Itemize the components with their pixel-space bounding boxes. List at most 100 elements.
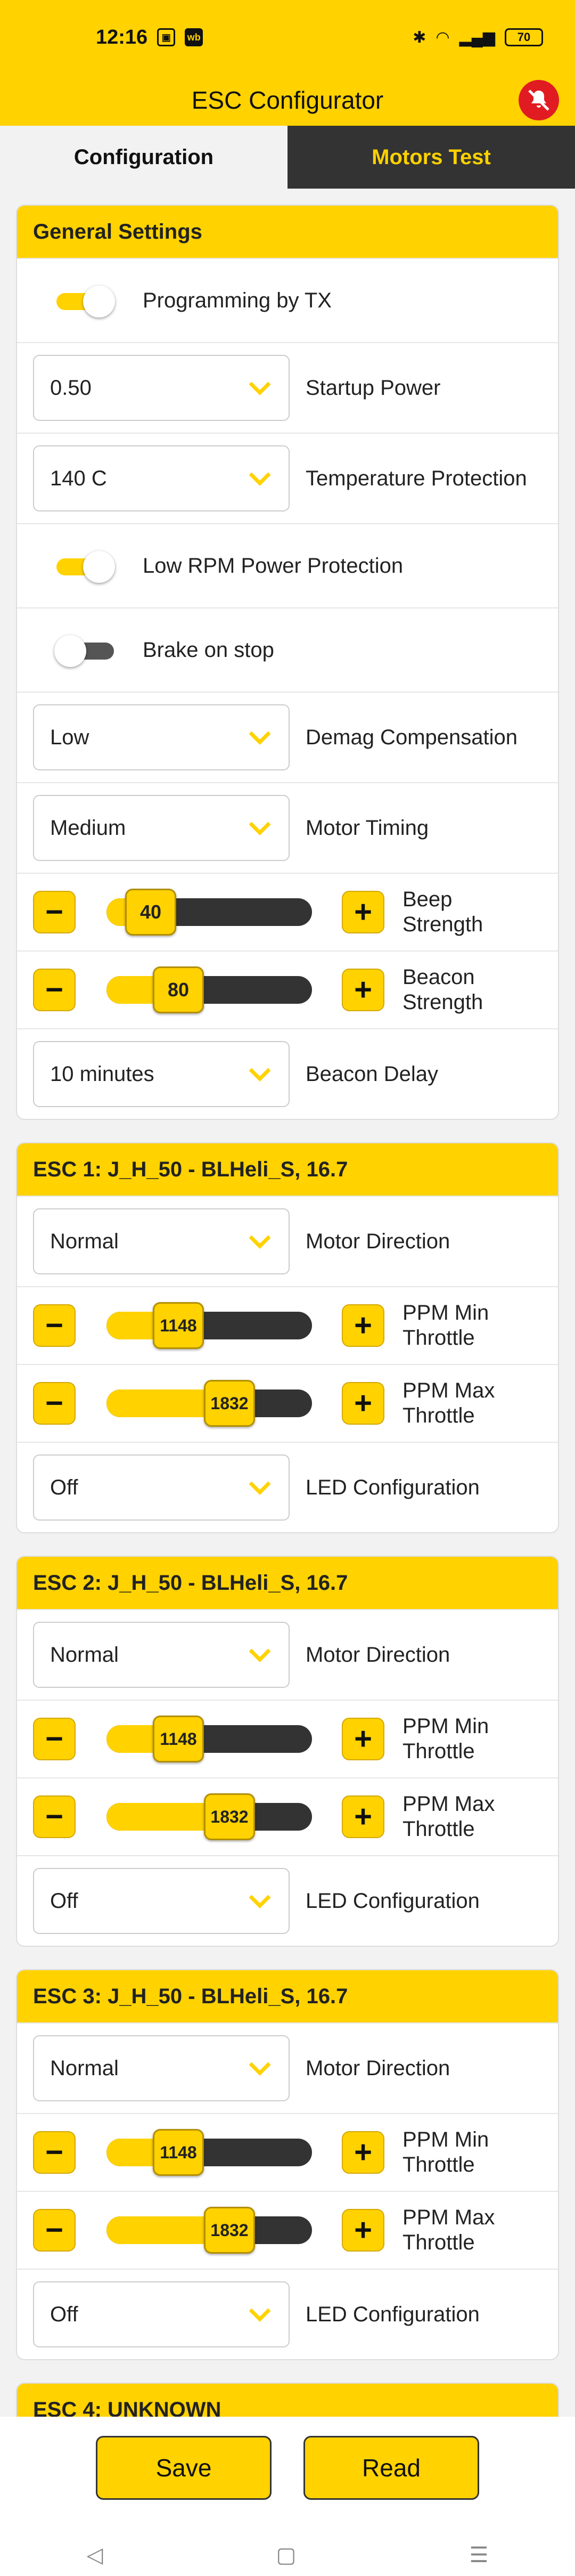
esc-header: ESC 3: J_H_50 - BLHeli_S, 16.7 — [17, 1970, 558, 2022]
ppm-min-label-line2: Throttle — [402, 1326, 475, 1350]
ppm-min-slider[interactable]: 1148 — [106, 1302, 312, 1349]
beacon-strength-decrease-button[interactable]: − — [33, 969, 76, 1011]
low-rpm-protection-toggle[interactable] — [56, 551, 115, 583]
temperature-protection-label: Temperature Protection — [306, 466, 527, 490]
chevron-down-icon — [249, 822, 271, 835]
ppm-max-thumb[interactable]: 1832 — [204, 2207, 255, 2254]
motor-direction-value: Normal — [50, 1229, 119, 1253]
startup-power-value: 0.50 — [50, 376, 92, 400]
app-bar: ESC Configurator — [0, 75, 575, 126]
save-button[interactable]: Save — [96, 2436, 272, 2500]
box-icon: ▣ — [157, 28, 176, 46]
ppm-min-thumb[interactable]: 1148 — [153, 1716, 204, 1762]
ppm-max-increase-button[interactable]: + — [342, 1382, 384, 1425]
beacon-delay-row: 10 minutes Beacon Delay — [17, 1028, 558, 1119]
home-icon[interactable]: ▢ — [276, 2543, 297, 2567]
ppm-min-increase-button[interactable]: + — [342, 1304, 384, 1347]
ppm-max-increase-button[interactable]: + — [342, 2209, 384, 2252]
esc-card: ESC 1: J_H_50 - BLHeli_S, 16.7 Normal Mo… — [16, 1142, 559, 1533]
motor-direction-select[interactable]: Normal — [33, 2035, 290, 2101]
demag-compensation-select[interactable]: Low — [33, 704, 290, 770]
ppm-max-row: − 1832 + PPM Max Throttle — [17, 2191, 558, 2269]
ppm-max-thumb[interactable]: 1832 — [204, 1793, 255, 1840]
tab-configuration[interactable]: Configuration — [0, 126, 288, 189]
brake-on-stop-toggle[interactable] — [54, 635, 114, 667]
ppm-max-decrease-button[interactable]: − — [33, 1382, 76, 1425]
startup-power-select[interactable]: 0.50 — [33, 355, 290, 421]
ppm-min-decrease-button[interactable]: − — [33, 2131, 76, 2174]
led-configuration-row: Off LED Configuration — [17, 2269, 558, 2359]
ppm-max-slider[interactable]: 1832 — [106, 2207, 312, 2254]
motor-direction-select[interactable]: Normal — [33, 1208, 290, 1274]
beacon-strength-label-line1: Beacon — [402, 965, 475, 989]
chevron-down-icon — [249, 1895, 271, 1908]
beacon-strength-slider[interactable]: 80 — [106, 966, 312, 1013]
beep-strength-slider[interactable]: 40 — [106, 889, 312, 936]
ppm-max-label-line1: PPM Max — [402, 1379, 495, 1402]
motor-timing-select[interactable]: Medium — [33, 795, 290, 861]
beep-strength-label-line2: Strength — [402, 913, 483, 936]
led-configuration-label: LED Configuration — [306, 2302, 480, 2326]
ppm-max-label-line2: Throttle — [402, 1817, 475, 1841]
beep-strength-label: Beep Strength — [402, 887, 483, 937]
beacon-strength-increase-button[interactable]: + — [342, 969, 384, 1011]
led-configuration-select[interactable]: Off — [33, 1868, 290, 1934]
back-icon[interactable]: ◁ — [87, 2543, 103, 2567]
motor-direction-row: Normal Motor Direction — [17, 1609, 558, 1700]
ppm-max-row: − 1832 + PPM Max Throttle — [17, 1364, 558, 1442]
beep-strength-thumb[interactable]: 40 — [125, 889, 176, 936]
main-content: General Settings Programming by TX 0.50 … — [0, 189, 575, 2417]
ppm-max-label-line2: Throttle — [402, 2231, 475, 2254]
menu-icon[interactable]: ☰ — [470, 2543, 489, 2567]
chevron-down-icon — [249, 381, 271, 395]
beacon-delay-select[interactable]: 10 minutes — [33, 1041, 290, 1107]
chevron-down-icon — [249, 1481, 271, 1495]
ppm-min-increase-button[interactable]: + — [342, 2131, 384, 2174]
ppm-min-slider[interactable]: 1148 — [106, 1716, 312, 1762]
read-button[interactable]: Read — [303, 2436, 479, 2500]
tab-bar: Configuration Motors Test — [0, 126, 575, 189]
led-configuration-value: Off — [50, 1475, 78, 1499]
system-nav-bar: ◁ ▢ ☰ — [0, 2534, 575, 2576]
ppm-max-increase-button[interactable]: + — [342, 1795, 384, 1838]
chevron-down-icon — [249, 2062, 271, 2076]
ppm-min-label-line1: PPM Min — [402, 1301, 489, 1324]
page-title: ESC Configurator — [191, 86, 384, 114]
demag-compensation-label: Demag Compensation — [306, 725, 518, 749]
ppm-max-decrease-button[interactable]: − — [33, 1795, 76, 1838]
ppm-min-decrease-button[interactable]: − — [33, 1304, 76, 1347]
esc-card: ESC 2: J_H_50 - BLHeli_S, 16.7 Normal Mo… — [16, 1556, 559, 1947]
low-rpm-protection-label: Low RPM Power Protection — [143, 554, 404, 578]
bluetooth-icon: ✱ — [413, 28, 426, 46]
ppm-min-slider[interactable]: 1148 — [106, 2129, 312, 2176]
mute-button[interactable] — [519, 80, 559, 120]
motor-direction-row: Normal Motor Direction — [17, 1196, 558, 1286]
ppm-min-label-line1: PPM Min — [402, 1714, 489, 1738]
led-configuration-select[interactable]: Off — [33, 1454, 290, 1521]
ppm-max-decrease-button[interactable]: − — [33, 2209, 76, 2252]
motor-direction-row: Normal Motor Direction — [17, 2022, 558, 2113]
chevron-down-icon — [249, 1235, 271, 1249]
temperature-protection-select[interactable]: 140 C — [33, 445, 290, 511]
beep-strength-row: − 40 + Beep Strength — [17, 873, 558, 950]
programming-by-tx-toggle[interactable] — [56, 286, 115, 318]
beep-strength-increase-button[interactable]: + — [342, 891, 384, 933]
chevron-down-icon — [249, 472, 271, 486]
motor-direction-select[interactable]: Normal — [33, 1622, 290, 1688]
tab-motors-test[interactable]: Motors Test — [288, 126, 575, 189]
led-configuration-label: LED Configuration — [306, 1475, 480, 1499]
beacon-strength-thumb[interactable]: 80 — [153, 966, 204, 1013]
ppm-max-slider[interactable]: 1832 — [106, 1793, 312, 1840]
ppm-min-thumb[interactable]: 1148 — [153, 2129, 204, 2176]
ppm-min-decrease-button[interactable]: − — [33, 1718, 76, 1760]
ppm-max-slider[interactable]: 1832 — [106, 1380, 312, 1427]
beep-strength-decrease-button[interactable]: − — [33, 891, 76, 933]
led-configuration-select[interactable]: Off — [33, 2281, 290, 2347]
ppm-min-thumb[interactable]: 1148 — [153, 1302, 204, 1349]
ppm-max-thumb[interactable]: 1832 — [204, 1380, 255, 1427]
programming-by-tx-row: Programming by TX — [17, 258, 558, 342]
ppm-min-increase-button[interactable]: + — [342, 1718, 384, 1760]
status-icons: ✱ ◠ ▂▄▆ 70 — [413, 28, 543, 47]
motor-direction-label: Motor Direction — [306, 1643, 450, 1667]
ppm-min-label: PPM Min Throttle — [402, 2127, 489, 2177]
